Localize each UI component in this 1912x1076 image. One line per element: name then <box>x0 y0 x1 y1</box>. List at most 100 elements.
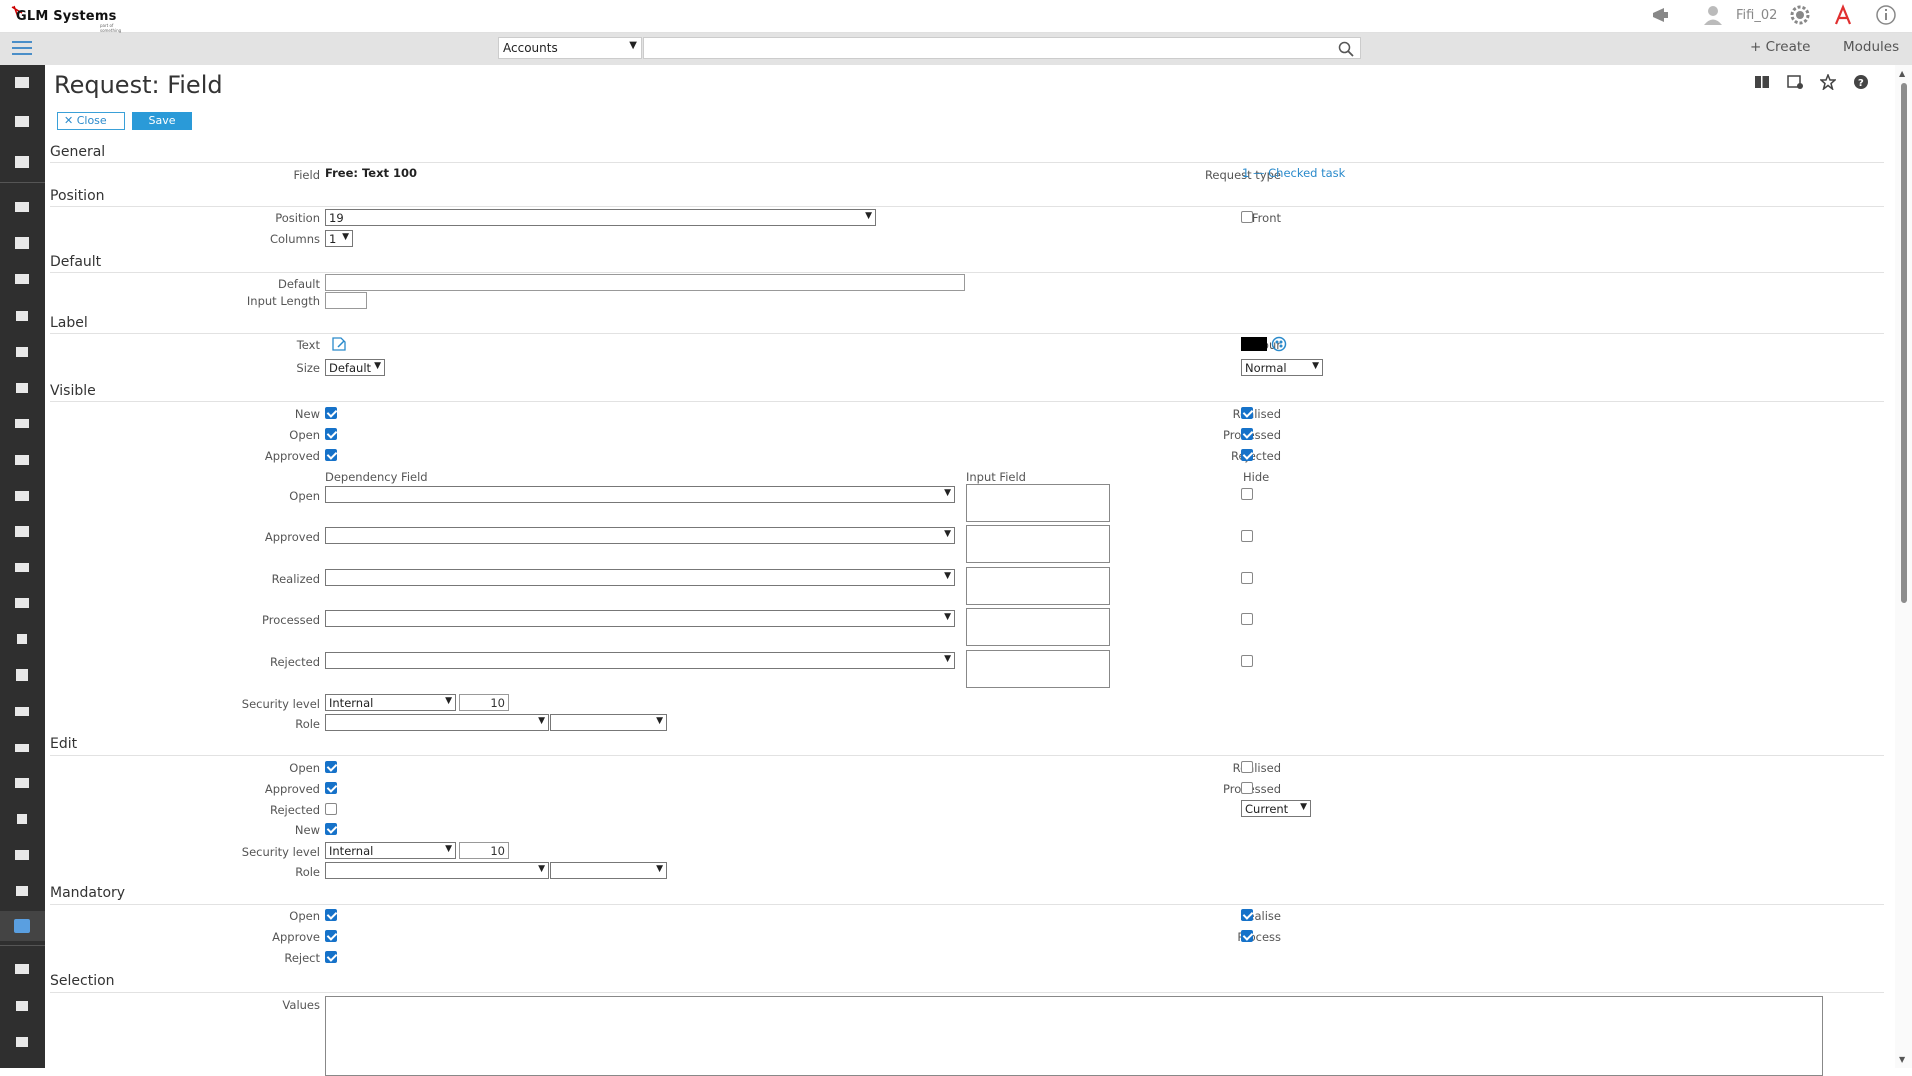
sidebar-cogs-icon[interactable] <box>14 632 30 646</box>
dep-realized-input-field[interactable] <box>966 567 1110 605</box>
input-length-input[interactable] <box>325 292 367 309</box>
sidebar-puzzle-icon[interactable] <box>14 308 30 322</box>
search-icon[interactable] <box>1338 41 1354 57</box>
colour-palette-icon[interactable] <box>1271 336 1287 355</box>
scroll-up-icon[interactable]: ▲ <box>1899 69 1905 78</box>
edit-security-select[interactable]: Internal ▼ <box>325 842 456 859</box>
dep-processed-hide-checkbox[interactable] <box>1241 613 1253 625</box>
user-avatar-icon[interactable] <box>1702 4 1724 29</box>
sidebar-persons-icon[interactable] <box>14 668 30 682</box>
visible-approved-checkbox[interactable] <box>325 449 337 461</box>
sidebar-wrench-icon[interactable] <box>14 812 30 826</box>
request-type-link[interactable]: 1 — Checked task <box>1242 166 1345 180</box>
dep-realized-hide-checkbox[interactable] <box>1241 572 1253 584</box>
sidebar-binoculars-icon[interactable] <box>14 416 30 430</box>
sidebar-building-icon[interactable] <box>14 75 30 89</box>
visible-open-checkbox[interactable] <box>325 428 337 440</box>
visible-realised-checkbox[interactable] <box>1241 407 1253 419</box>
dep-rejected-select[interactable]: ▼ <box>325 652 955 669</box>
columns-select[interactable]: 1 ▼ <box>325 230 353 247</box>
create-button[interactable]: + Create <box>1750 39 1810 55</box>
modules-button[interactable]: Modules <box>1843 39 1899 55</box>
edit-new-checkbox[interactable] <box>325 823 337 835</box>
settings-list-icon[interactable] <box>1787 74 1803 90</box>
scroll-down-icon[interactable]: ▼ <box>1899 1055 1905 1064</box>
dep-approved-select[interactable]: ▼ <box>325 527 955 544</box>
book-icon[interactable] <box>1754 74 1770 90</box>
hamburger-menu-icon[interactable] <box>12 41 32 57</box>
dep-processed-select[interactable]: ▼ <box>325 610 955 627</box>
mandatory-open-checkbox[interactable] <box>325 909 337 921</box>
sidebar-people-icon[interactable] <box>14 560 30 574</box>
username[interactable]: Fifi_02 <box>1736 8 1777 23</box>
dep-rejected-input-field[interactable] <box>966 650 1110 688</box>
edit-realised-checkbox[interactable] <box>1241 761 1253 773</box>
visible-role-select[interactable]: ▼ <box>325 714 549 731</box>
edit-security-number[interactable]: 10 <box>459 842 509 859</box>
colour-swatch[interactable] <box>1241 337 1267 351</box>
visible-security-number[interactable]: 10 <box>459 694 509 711</box>
help-icon[interactable]: ? <box>1853 74 1869 90</box>
sidebar-puzzle3-icon[interactable] <box>14 380 30 394</box>
info-icon[interactable] <box>1875 4 1897 29</box>
size-select[interactable]: Default ▼ <box>325 359 385 376</box>
default-input[interactable] <box>325 274 965 291</box>
values-textarea[interactable] <box>325 996 1823 1076</box>
edit-mode-select[interactable]: Current ▼ <box>1241 800 1311 817</box>
close-button[interactable]: ✕ Close <box>57 112 125 130</box>
visible-new-checkbox[interactable] <box>325 407 337 419</box>
sidebar-flow-icon[interactable] <box>14 962 30 976</box>
sidebar-briefcase-icon[interactable] <box>14 452 30 466</box>
edit-processed-checkbox[interactable] <box>1241 782 1253 794</box>
visible-role-select-2[interactable]: ▼ <box>550 714 667 731</box>
search-category-select[interactable]: Accounts ▼ <box>498 37 642 59</box>
mandatory-approve-checkbox[interactable] <box>325 930 337 942</box>
visible-security-select[interactable]: Internal ▼ <box>325 694 456 711</box>
sidebar-hierarchy-icon[interactable] <box>14 848 30 862</box>
mandatory-reject-checkbox[interactable] <box>325 951 337 963</box>
sidebar-home-icon[interactable] <box>14 998 30 1012</box>
sidebar-mail-icon[interactable] <box>14 488 30 502</box>
edit-approved-checkbox[interactable] <box>325 782 337 794</box>
scrollbar-thumb[interactable] <box>1901 83 1907 603</box>
sidebar-grid-icon[interactable] <box>14 155 30 169</box>
app-logo[interactable]: GLM Systems part of something <box>10 5 128 33</box>
sidebar-puzzle2-icon[interactable] <box>14 344 30 358</box>
page-scrollbar[interactable]: ▲ ▼ <box>1895 65 1912 1068</box>
edit-role-select-2[interactable]: ▼ <box>550 862 667 879</box>
sidebar-checklist-icon[interactable] <box>14 200 30 214</box>
save-button[interactable]: Save <box>132 112 192 130</box>
dep-open-select[interactable]: ▼ <box>325 486 955 503</box>
dep-open-input-field[interactable] <box>966 484 1110 522</box>
edit-open-checkbox[interactable] <box>325 761 337 773</box>
dep-approved-input-field[interactable] <box>966 525 1110 563</box>
dep-open-hide-checkbox[interactable] <box>1241 488 1253 500</box>
dep-rejected-hide-checkbox[interactable] <box>1241 655 1253 667</box>
dep-realized-select[interactable]: ▼ <box>325 569 955 586</box>
mandatory-realise-checkbox[interactable] <box>1241 909 1253 921</box>
search-input[interactable] <box>643 37 1361 59</box>
mandatory-process-checkbox[interactable] <box>1241 930 1253 942</box>
sidebar-chart-icon[interactable] <box>14 740 30 754</box>
edit-rejected-checkbox[interactable] <box>325 803 337 815</box>
front-checkbox[interactable] <box>1241 211 1253 223</box>
visible-rejected-checkbox[interactable] <box>1241 449 1253 461</box>
star-icon[interactable] <box>1819 72 1837 91</box>
visible-processed-checkbox[interactable] <box>1241 428 1253 440</box>
style-select[interactable]: Normal ▼ <box>1241 359 1323 376</box>
sidebar-calendar-icon[interactable] <box>14 236 30 250</box>
sidebar-list-icon[interactable] <box>14 272 30 286</box>
sidebar-id-card-icon[interactable] <box>14 596 30 610</box>
settings-gear-icon[interactable] <box>1789 4 1811 29</box>
sidebar-active-item[interactable] <box>0 911 45 941</box>
sidebar-document-icon[interactable] <box>14 524 30 538</box>
sidebar-inbox-icon[interactable] <box>14 114 30 128</box>
edit-role-select[interactable]: ▼ <box>325 862 549 879</box>
sidebar-resize-icon[interactable] <box>14 1034 30 1048</box>
dep-approved-hide-checkbox[interactable] <box>1241 530 1253 542</box>
edit-text-icon[interactable] <box>331 336 347 355</box>
adobe-icon[interactable] <box>1832 4 1854 29</box>
megaphone-icon[interactable] <box>1650 4 1672 29</box>
position-select[interactable]: 19 ▼ <box>325 209 876 226</box>
sidebar-window-icon[interactable] <box>14 776 30 790</box>
